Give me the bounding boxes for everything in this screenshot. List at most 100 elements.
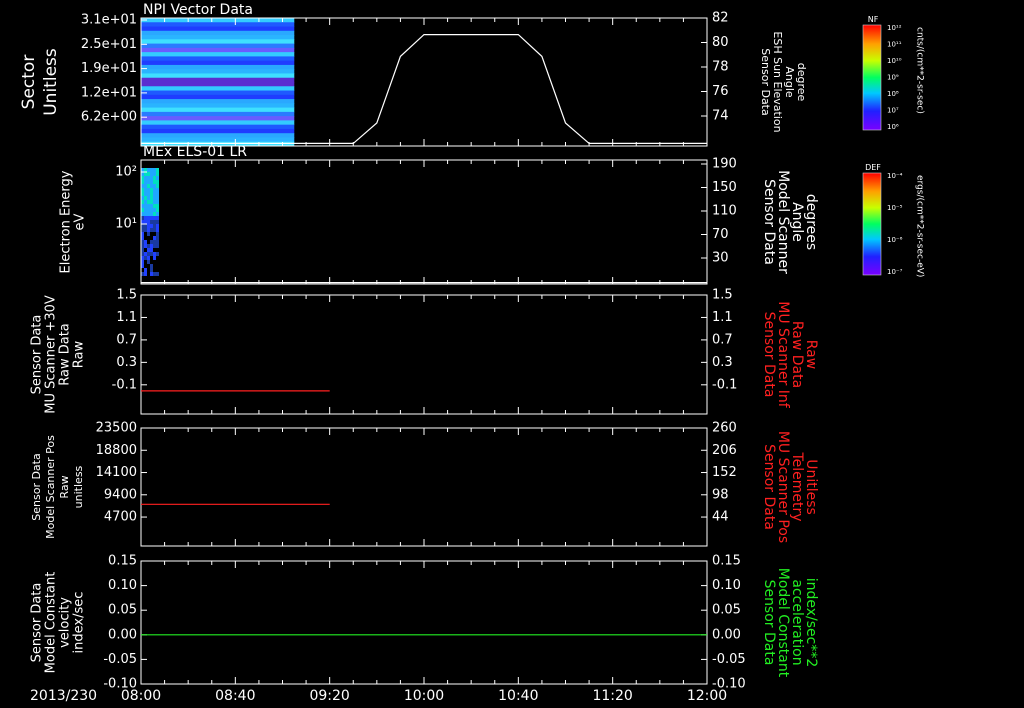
right-tick-label: 30: [712, 251, 729, 266]
colorbar-tick-label: 10⁸: [887, 90, 899, 98]
spectrogram-cell: [147, 184, 150, 188]
right-tick-label: 206: [712, 443, 737, 458]
left-axis-label-0: Sensor Data: [30, 453, 43, 520]
right-axis-label-0: Sensor Data: [759, 48, 772, 115]
left-tick-label: -0.05: [103, 652, 137, 667]
right-tick-label: 78: [712, 60, 729, 75]
date-label: 2013/230: [30, 688, 97, 704]
spectrogram-cell: [150, 192, 153, 196]
spectrogram-cell: [141, 73, 295, 79]
spectrogram-cell: [147, 212, 150, 216]
left-tick-label: 1.5: [116, 288, 137, 303]
spectrogram-cell: [144, 224, 147, 228]
spectrogram-cell: [153, 244, 156, 248]
spectrogram-cell: [147, 208, 150, 212]
spectrogram-cell: [150, 244, 153, 248]
colorbar-units: ergs/(cm**2-sr-sec-eV): [915, 175, 925, 277]
spectrogram-cell: [150, 228, 153, 232]
spectrogram-cell: [156, 188, 159, 192]
right-axis-label-1: MU Scanner Inf: [775, 301, 791, 409]
plot-canvas: 3.1e+01 2.5e+01 1.9e+01 1.2e+01 6.2e+00 82 80 7…: [19, 2, 925, 704]
spectrogram-cell: [147, 204, 150, 208]
spectrogram-cell: [141, 124, 295, 130]
panel-title: MEx ELS-01 LR: [143, 144, 247, 160]
spectrogram-cell: [150, 204, 153, 208]
spectrogram-cell: [141, 82, 295, 87]
spectrogram-cell: [147, 244, 150, 248]
spectrogram-cell: [141, 30, 295, 36]
right-tick-label: 150: [712, 180, 737, 195]
colorbar-2: DEF 10⁻⁴ 10⁻⁵ 10⁻⁶ 10⁻⁷ ergs/(cm**2-sr-sec-eV…: [862, 163, 925, 277]
spectrogram-cell: [156, 272, 159, 276]
left-axis-label-0: Electron Energy: [59, 170, 74, 273]
colorbar-tick-label: 10⁻⁶: [887, 236, 903, 244]
right-tick-label: 152: [712, 465, 737, 480]
right-tick-label: 0.7: [712, 332, 733, 347]
spectrogram-cell: [141, 77, 295, 83]
spectrogram-cell: [141, 26, 295, 32]
spectrogram-cell: [150, 224, 153, 228]
spectrogram-cell: [147, 248, 150, 252]
right-axis-label-3: index/sec**2: [803, 578, 819, 668]
left-tick-label: 23500: [96, 421, 137, 436]
spectrogram-cell: [144, 252, 147, 256]
left-tick-label: 10¹: [115, 217, 137, 232]
right-axis-label-3: degrees: [803, 194, 819, 250]
spectrogram-cell: [147, 168, 150, 172]
left-axis-label-0: Sector: [19, 55, 39, 110]
colorbar-tick-label: 10¹¹: [887, 41, 902, 49]
spectrogram-cell: [153, 172, 156, 176]
spectrogram-cell: [153, 196, 156, 200]
left-tick-label: 9400: [104, 487, 137, 502]
left-tick-label: 0.15: [108, 554, 137, 569]
left-axis-label-2: Raw: [58, 475, 71, 498]
right-axis-label-2: acceleration: [789, 579, 805, 665]
time-tick-label: 10:40: [498, 688, 538, 704]
colorbar-gradient: [863, 25, 881, 130]
spectrogram-cell: [156, 204, 159, 208]
colorbar-tick-label: 10¹⁰: [887, 57, 902, 65]
spectrogram-cell: [150, 180, 153, 184]
spectrogram-cell: [156, 232, 159, 236]
right-axis-label-0: Sensor Data: [761, 580, 777, 666]
spectrogram-cell: [156, 224, 159, 228]
right-tick-label: 80: [712, 35, 729, 50]
spectrogram-cell: [144, 272, 147, 276]
spectrogram-cell: [147, 220, 150, 224]
spectrogram-cell: [156, 240, 159, 244]
spectrogram-cell: [141, 90, 295, 96]
panel-3: 1.5 1.1 0.7 0.3 -0.1 1.5 1.1 0.7 0.3 -0.1 Sensor D…: [30, 288, 819, 415]
spectrogram-cell: [150, 168, 153, 172]
left-axis-label-3: unitless: [72, 465, 85, 508]
left-tick-label: 4700: [104, 510, 137, 525]
spectrogram-cell: [156, 196, 159, 200]
left-axis-label-0: Sensor Data: [30, 583, 45, 663]
left-tick-label: 14100: [96, 465, 137, 480]
colorbar-tick-label: 10⁻⁴: [887, 172, 903, 180]
spectrogram-cell: [144, 240, 147, 244]
spectrogram-cell: [147, 252, 150, 256]
time-tick-label: 08:00: [121, 688, 161, 704]
spectrogram-cell: [153, 176, 156, 180]
right-axis-label-2: Angle: [783, 66, 796, 98]
spectrogram-cell: [141, 94, 295, 100]
spectrogram-cell: [144, 228, 147, 232]
spectrogram-cell: [153, 200, 156, 204]
left-axis-label-2: Raw Data: [58, 323, 73, 386]
spectrogram-cell: [156, 228, 159, 232]
spectrogram-cell: [141, 22, 295, 28]
colorbar-1: NF 10¹² 10¹¹ 10¹⁰ 10⁹ 10⁸ 10⁷ 10⁶ cnts/(cm**2-sr…: [862, 15, 925, 131]
spectrogram-cell: [153, 256, 156, 260]
spectrogram-cell: [156, 192, 159, 196]
panel-1: 3.1e+01 2.5e+01 1.9e+01 1.2e+01 6.2e+00 82 80 7…: [19, 2, 808, 147]
right-tick-label: 82: [712, 11, 729, 26]
spectrogram-cell: [150, 208, 153, 212]
spectrogram-cell: [141, 120, 295, 126]
spectrogram-cell: [147, 172, 150, 176]
spectrogram-cell: [150, 220, 153, 224]
left-tick-label: 18800: [96, 443, 137, 458]
spectrogram-cell: [153, 252, 156, 256]
spectrogram-cell: [144, 216, 147, 220]
spectrogram-cell: [141, 56, 295, 62]
colorbar-label: NF: [868, 15, 879, 24]
